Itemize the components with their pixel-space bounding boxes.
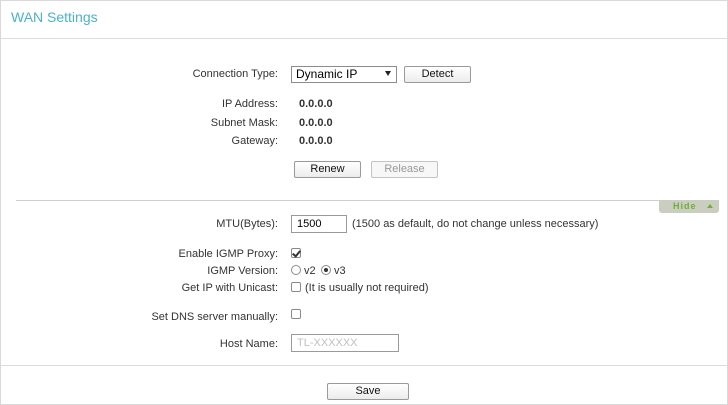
- mtu-note: (1500 as default, do not change unless n…: [352, 218, 599, 230]
- chevron-down-icon: [385, 71, 391, 76]
- ip-address-label: IP Address:: [221, 98, 278, 110]
- gateway-label: Gateway:: [231, 135, 278, 147]
- hide-advanced-toggle[interactable]: Hide: [659, 200, 719, 213]
- host-name-label: Host Name:: [219, 338, 278, 350]
- save-button[interactable]: Save: [327, 383, 409, 400]
- connection-type-select[interactable]: Dynamic IP: [291, 66, 397, 83]
- page-title: WAN Settings: [11, 9, 98, 25]
- igmp-proxy-checkbox[interactable]: [291, 248, 301, 258]
- unicast-note: (It is usually not required): [305, 282, 429, 294]
- hide-label: Hide: [673, 201, 697, 211]
- igmp-v2-label: v2: [304, 265, 316, 277]
- release-button[interactable]: Release: [371, 161, 438, 178]
- igmp-version-label: IGMP Version:: [207, 265, 278, 277]
- detect-button[interactable]: Detect: [404, 66, 471, 83]
- mtu-label: MTU(Bytes):: [216, 218, 278, 230]
- divider-bottom: [1, 365, 727, 366]
- divider-advanced: [16, 200, 719, 201]
- unicast-label: Get IP with Unicast:: [181, 282, 278, 294]
- host-name-input[interactable]: TL-XXXXXX: [291, 334, 399, 352]
- ip-address-value: 0.0.0.0: [299, 98, 333, 110]
- subnet-mask-value: 0.0.0.0: [299, 117, 333, 129]
- connection-type-label: Connection Type:: [192, 68, 278, 80]
- igmp-v3-label: v3: [334, 265, 346, 277]
- dns-manual-label: Set DNS server manually:: [151, 311, 278, 323]
- renew-button[interactable]: Renew: [294, 161, 361, 178]
- unicast-checkbox[interactable]: [291, 282, 301, 292]
- chevron-up-icon: [707, 204, 713, 208]
- igmp-v3-radio[interactable]: [321, 265, 331, 275]
- igmp-proxy-label: Enable IGMP Proxy:: [178, 248, 278, 260]
- wan-settings-panel: WAN Settings Connection Type: Dynamic IP…: [0, 0, 728, 405]
- divider-top: [1, 38, 727, 39]
- subnet-mask-label: Subnet Mask:: [210, 117, 278, 129]
- gateway-value: 0.0.0.0: [299, 135, 333, 147]
- mtu-input[interactable]: 1500: [291, 215, 347, 233]
- dns-manual-checkbox[interactable]: [291, 309, 301, 319]
- connection-type-value: Dynamic IP: [296, 67, 358, 81]
- igmp-v2-radio[interactable]: [291, 265, 301, 275]
